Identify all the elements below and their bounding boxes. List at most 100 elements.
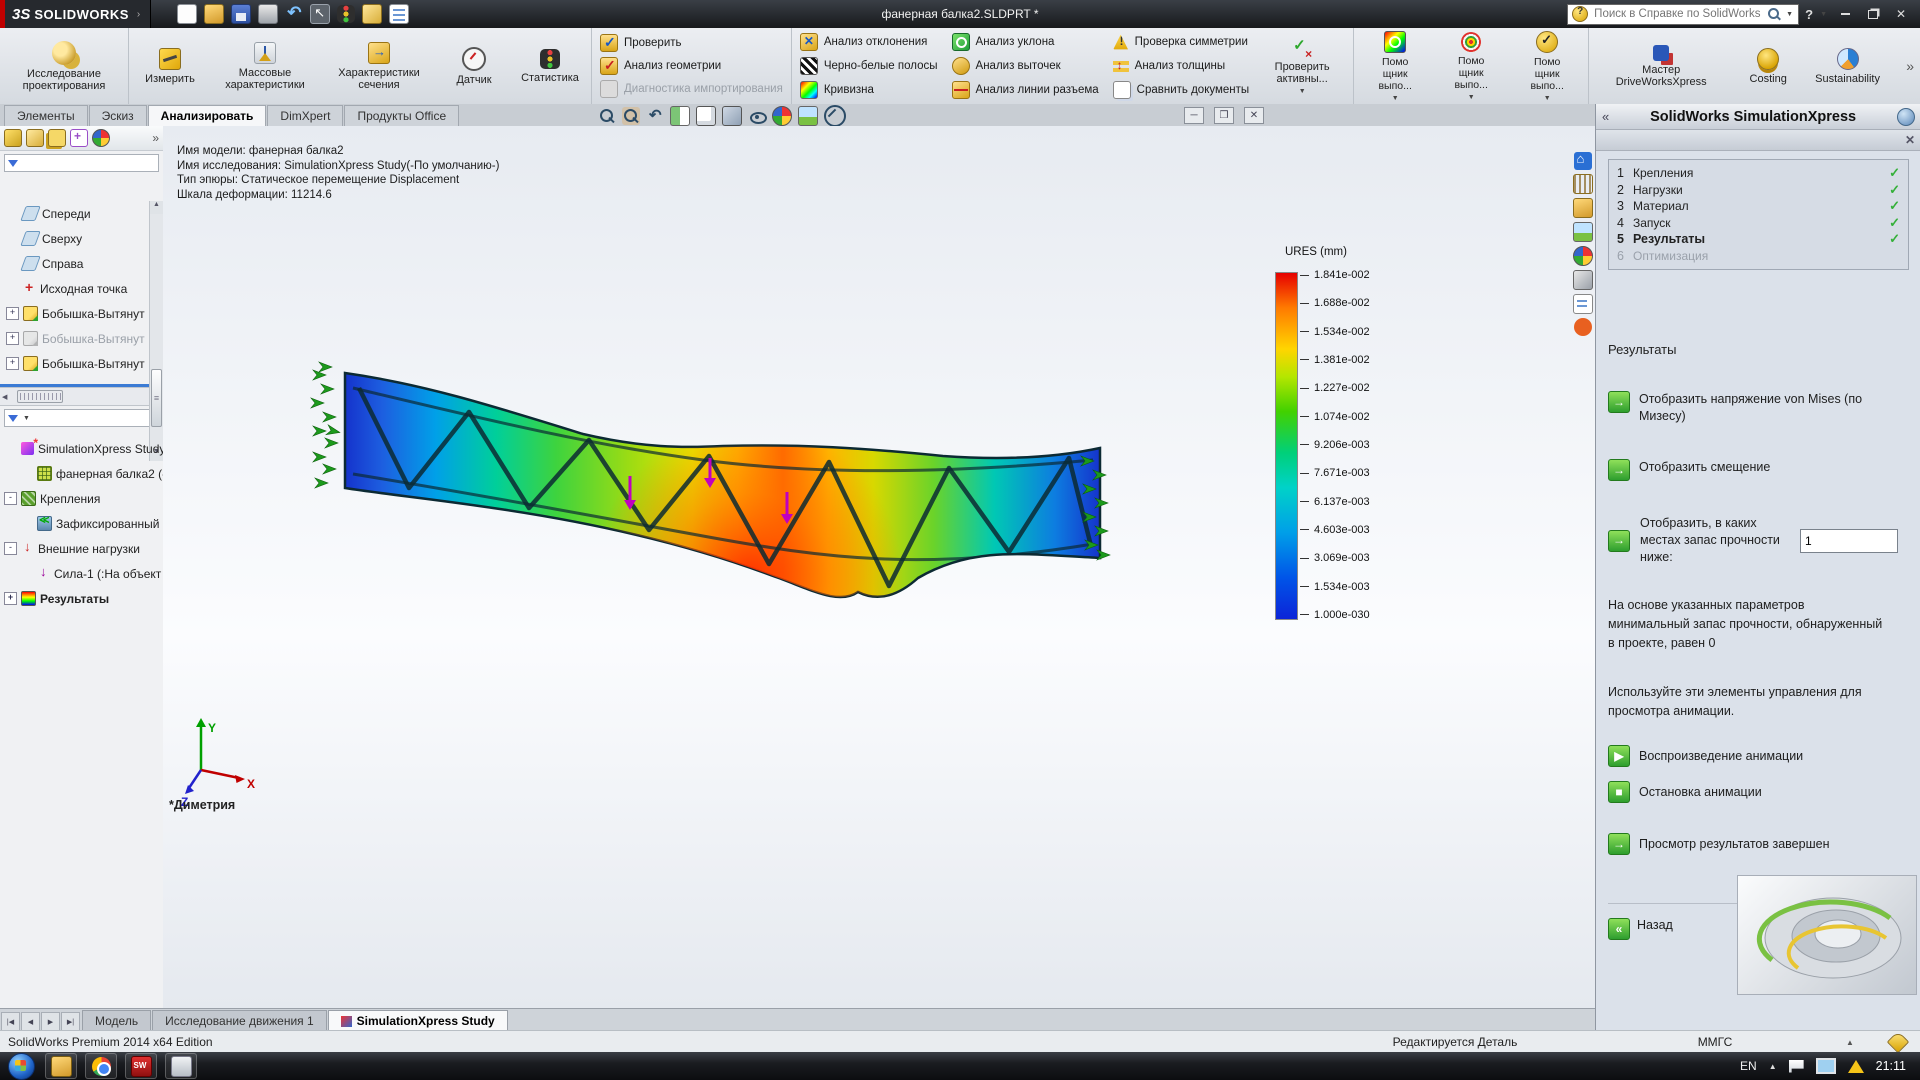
quick-access-icon[interactable]	[204, 4, 224, 24]
taskbar-app-button[interactable]	[45, 1053, 77, 1079]
study-tree-item[interactable]: Сила-1 (:На объект	[4, 561, 163, 586]
task-pane-tab-icon[interactable]	[1574, 318, 1592, 336]
scrollbar-thumb[interactable]: ≡	[151, 369, 162, 427]
minimize-button[interactable]	[1834, 6, 1856, 22]
taskbar-app-button[interactable]	[165, 1053, 197, 1079]
manager-tab-icon[interactable]	[26, 129, 44, 147]
viewport-tool-icon[interactable]	[748, 107, 766, 125]
expand-icon[interactable]: +	[6, 332, 19, 345]
doc-close-icon[interactable]: ✕	[1244, 107, 1264, 124]
ribbon-analysis-item[interactable]: Анализ уклона	[952, 31, 1099, 53]
action-center-flag-icon[interactable]	[1789, 1060, 1804, 1073]
quick-access-icon[interactable]	[337, 5, 355, 23]
command-tab[interactable]: DimXpert	[267, 105, 343, 126]
assistant-button[interactable]: Помо щник выпо... ▼	[1362, 29, 1428, 104]
3d-viewport[interactable]: Имя модели: фанерная балка2Имя исследова…	[163, 126, 1595, 1008]
xpress-tool-button[interactable]: Costing	[1735, 46, 1801, 87]
assistant-dropdown-icon[interactable]: ▼	[1392, 95, 1399, 102]
check-active-document-button[interactable]: Проверить активны... ▼	[1259, 36, 1345, 97]
task-pane-tab-icon[interactable]	[1573, 294, 1593, 314]
expand-icon[interactable]: +	[4, 592, 17, 605]
google-drive-icon[interactable]	[1848, 1060, 1864, 1073]
language-indicator[interactable]: EN	[1740, 1059, 1757, 1073]
ribbon-tool-button[interactable]: Датчик	[441, 45, 507, 88]
task-pane-tab-icon[interactable]	[1573, 222, 1593, 242]
ribbon-tool-button[interactable]: Статистика	[517, 47, 583, 86]
show-von-mises-action[interactable]: → Отобразить напряжение von Mises (по Ми…	[1608, 391, 1909, 425]
viewport-tool-icon[interactable]	[622, 107, 640, 125]
study-tree-item[interactable]: Зафиксированный	[4, 511, 163, 536]
manager-tab-icon[interactable]	[92, 129, 110, 147]
feature-tree-item[interactable]: Исходная точка	[6, 276, 163, 301]
hscroll-thumb[interactable]	[17, 390, 63, 403]
filter-dropdown-icon[interactable]: ▼	[23, 415, 30, 422]
ribbon-tool-button[interactable]: Измерить	[137, 46, 203, 87]
task-pane-tab-icon[interactable]	[1573, 270, 1593, 290]
task-pane-tab-icon[interactable]	[1573, 246, 1593, 266]
task-pane-tab-icon[interactable]	[1574, 152, 1592, 170]
ribbon-analysis-item[interactable]: Проверка симметрии	[1113, 31, 1250, 53]
study-tree-item[interactable]: + Результаты	[4, 586, 163, 611]
ribbon-analysis-item[interactable]: Анализ толщины	[1113, 55, 1250, 77]
quick-access-icon[interactable]	[258, 4, 278, 24]
study-tree-item[interactable]: - Крепления	[4, 486, 163, 511]
manager-tab-icon[interactable]	[70, 129, 88, 147]
expand-icon[interactable]: +	[6, 357, 19, 370]
command-tab[interactable]: Анализировать	[148, 105, 267, 126]
study-tree-filter[interactable]: ▼	[4, 409, 159, 427]
feature-tree-item[interactable]: + Бобышка-Вытянут	[6, 351, 163, 376]
tray-expand-icon[interactable]: ▲	[1769, 1062, 1777, 1071]
expand-icon[interactable]: +	[6, 307, 19, 320]
viewport-tool-icon[interactable]	[696, 106, 716, 126]
taskbar-app-button[interactable]	[125, 1053, 157, 1079]
quick-access-icon[interactable]	[231, 4, 251, 24]
ribbon-analysis-item[interactable]: Анализ отклонения	[800, 31, 938, 53]
ribbon-analysis-item[interactable]: Кривизна	[800, 79, 938, 101]
first-tab-icon[interactable]: |◀	[1, 1012, 20, 1031]
help-search-box[interactable]: ▼	[1567, 4, 1799, 25]
collapse-pane-icon[interactable]: «	[1602, 109, 1609, 124]
ribbon-check-item[interactable]: Проверить	[600, 34, 783, 52]
doc-minimize-icon[interactable]: ─	[1184, 107, 1204, 124]
ribbon-analysis-item[interactable]: Сравнить документы	[1113, 79, 1250, 101]
expand-icon[interactable]: -	[4, 492, 17, 505]
back-button[interactable]: « Назад	[1608, 918, 1673, 940]
model-tab[interactable]: Модель	[82, 1010, 151, 1031]
ribbon-analysis-item[interactable]: Черно-белые полосы	[800, 55, 938, 77]
show-displacement-action[interactable]: → Отобразить смещение	[1608, 459, 1909, 481]
ribbon-tool-button[interactable]: Массовые характеристики	[213, 40, 317, 93]
last-tab-icon[interactable]: ▶|	[61, 1012, 80, 1031]
units-dropdown-icon[interactable]: ▲	[1810, 1038, 1890, 1047]
ribbon-check-item[interactable]: Анализ геометрии	[600, 57, 783, 75]
manager-tab-icon[interactable]	[48, 129, 66, 147]
ribbon-analysis-item[interactable]: Анализ выточек	[952, 55, 1099, 77]
check-active-dropdown-icon[interactable]: ▼	[1299, 88, 1306, 95]
assistant-button[interactable]: Помо щник выпо... ▼	[1438, 30, 1504, 103]
model-tab[interactable]: Исследование движения 1	[152, 1010, 327, 1031]
study-tree-item[interactable]: фанерная балка2 (-Ф	[4, 461, 163, 486]
model-tab[interactable]: SimulationXpress Study	[328, 1010, 508, 1031]
task-pane-tab-icon[interactable]	[1573, 198, 1593, 218]
command-tab[interactable]: Элементы	[4, 105, 88, 126]
search-icon[interactable]	[1768, 8, 1781, 21]
show-fos-action[interactable]: → Отобразить, в каких местах запас прочн…	[1608, 515, 1909, 566]
restore-button[interactable]	[1862, 6, 1884, 22]
help-globe-icon[interactable]	[1897, 108, 1915, 126]
scroll-left-icon[interactable]: ◀	[2, 393, 7, 401]
ribbon-check-item[interactable]: Диагностика импортирования	[600, 80, 783, 98]
doc-restore-icon[interactable]: ❒	[1214, 107, 1234, 124]
brand-expand-icon[interactable]: ›	[137, 9, 140, 20]
tag-icon[interactable]	[1887, 1031, 1910, 1054]
manager-overflow-icon[interactable]: »	[152, 131, 159, 145]
start-button[interactable]	[8, 1053, 35, 1080]
task-pane-tab-icon[interactable]	[1573, 174, 1593, 194]
network-icon[interactable]	[1816, 1058, 1836, 1074]
viewport-tool-icon[interactable]	[598, 107, 616, 125]
search-dropdown-icon[interactable]: ▼	[1786, 11, 1793, 18]
clock[interactable]: 21:11	[1876, 1059, 1906, 1073]
viewport-tool-icon[interactable]	[722, 106, 742, 126]
xpress-tool-button[interactable]: Sustainability	[1811, 46, 1884, 87]
viewport-tool-icon[interactable]	[798, 106, 818, 126]
close-button[interactable]: ✕	[1890, 6, 1912, 22]
tree-horizontal-scrollbar[interactable]: ◀ ▶	[0, 387, 163, 406]
